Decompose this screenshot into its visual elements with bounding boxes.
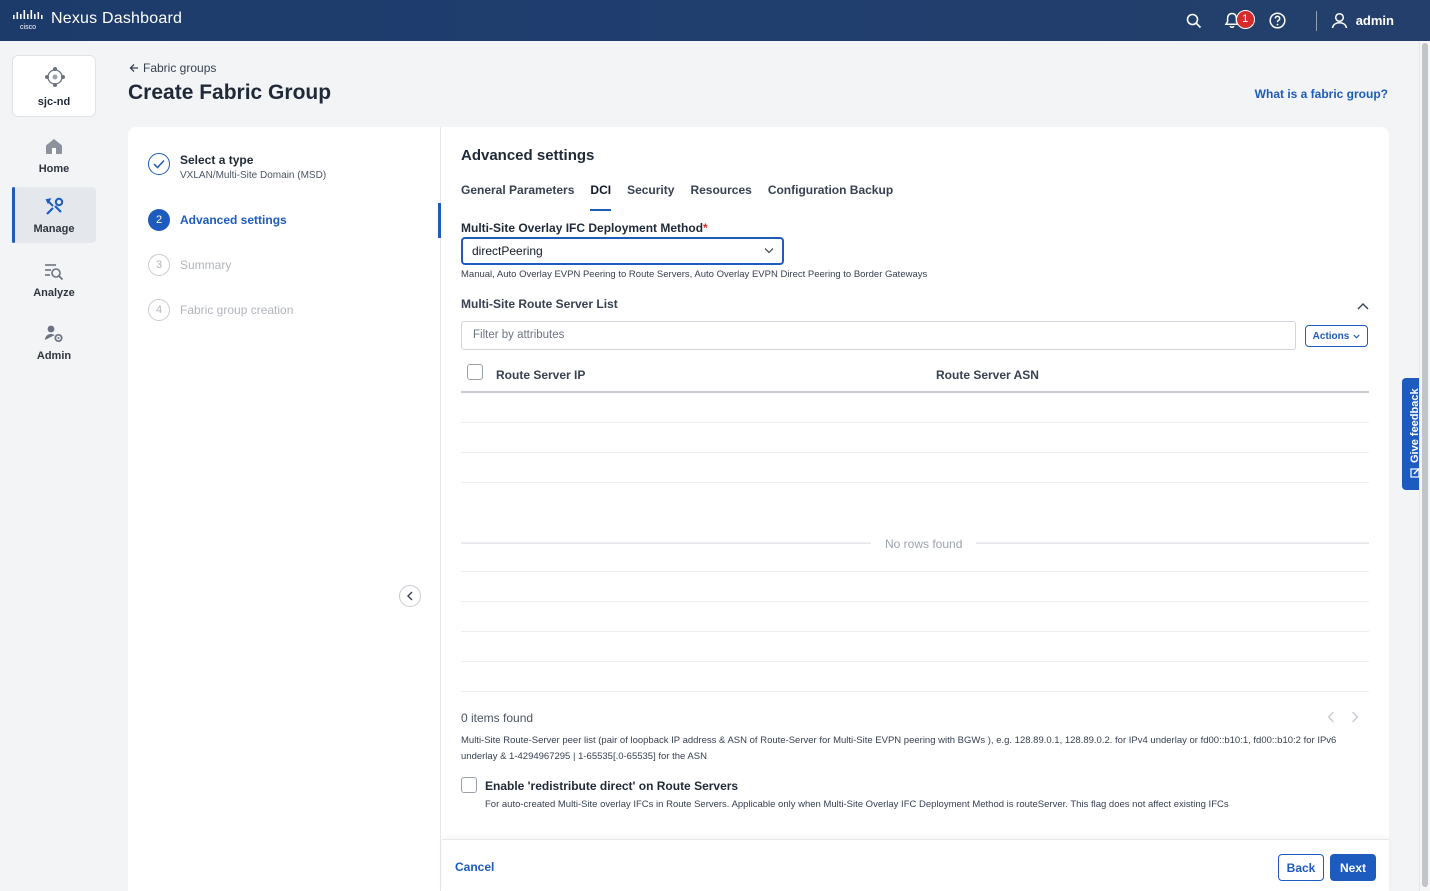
redistribute-direct-help: For auto-created Multi-Site overlay IFCs… <box>485 799 1229 810</box>
step-subtitle: VXLAN/Multi-Site Domain (MSD) <box>180 170 327 181</box>
fabric-group-help-link[interactable]: What is a fabric group? <box>1255 87 1388 101</box>
app-title: Nexus Dashboard <box>51 10 183 27</box>
sidebar-item-admin[interactable]: Admin <box>12 314 96 370</box>
table-row <box>461 631 1369 632</box>
section-title: Advanced settings <box>461 147 595 164</box>
top-bar: cisco Nexus Dashboard 1 admin <box>0 0 1430 41</box>
chevron-left-icon <box>407 591 413 601</box>
next-button[interactable]: Next <box>1330 854 1376 881</box>
breadcrumb[interactable]: Fabric groups <box>129 61 216 75</box>
tab-security[interactable]: Security <box>627 183 674 203</box>
user-name: admin <box>1355 13 1394 28</box>
settings-tabs: General Parameters DCI Security Resource… <box>461 183 909 211</box>
tab-dci[interactable]: DCI <box>590 183 611 211</box>
wizard-steps: Select a type VXLAN/Multi-Site Domain (M… <box>128 127 441 891</box>
step-advanced-settings[interactable]: 2 Advanced settings <box>148 209 287 231</box>
notifications-button[interactable]: 1 <box>1222 9 1255 31</box>
filter-input[interactable]: Filter by attributes <box>461 321 1296 350</box>
arrow-left-icon <box>129 64 138 72</box>
items-count: 0 items found <box>461 711 534 725</box>
page-title: Create Fabric Group <box>128 81 332 104</box>
sidebar-item-label: Manage <box>33 223 75 235</box>
step-summary: 3 Summary <box>148 254 231 276</box>
route-server-list-help: Multi-Site Route-Server peer list (pair … <box>461 735 1337 762</box>
site-icon <box>45 67 65 87</box>
column-route-server-asn[interactable]: Route Server ASN <box>936 368 1039 382</box>
site-name: sjc-nd <box>37 96 71 108</box>
advanced-settings-panel: Advanced settings General Parameters DCI… <box>461 127 1369 839</box>
chevron-down-icon <box>764 248 774 254</box>
select-all-checkbox[interactable] <box>467 364 483 380</box>
notification-badge: 1 <box>1235 9 1255 29</box>
step-number: 2 <box>148 209 170 231</box>
active-step-indicator <box>438 203 441 238</box>
step-title: Select a type <box>180 153 254 167</box>
divider <box>1315 10 1317 31</box>
cisco-logo: cisco <box>13 10 43 31</box>
table-row <box>461 601 1369 602</box>
table-header: Route Server IP Route Server ASN <box>461 363 1369 393</box>
redistribute-direct-checkbox[interactable] <box>461 777 477 793</box>
help-icon[interactable] <box>1268 11 1288 31</box>
sidebar-item-home[interactable]: Home <box>12 127 96 183</box>
wizard-footer: Cancel Back Next <box>442 839 1389 891</box>
chevron-up-icon[interactable] <box>1357 297 1369 315</box>
search-icon[interactable] <box>1184 11 1204 31</box>
scrollbar-thumb[interactable] <box>1422 43 1428 887</box>
redistribute-direct-label[interactable]: Enable 'redistribute direct' on Route Se… <box>485 779 738 793</box>
actions-button[interactable]: Actions <box>1305 325 1368 347</box>
step-title: Advanced settings <box>180 213 287 227</box>
deploy-method-label: Multi-Site Overlay IFC Deployment Method… <box>461 221 708 235</box>
sidebar-item-label: Admin <box>36 350 72 362</box>
home-icon <box>46 139 62 154</box>
route-server-list-title: Multi-Site Route Server List <box>461 297 618 311</box>
deploy-method-help: Manual, Auto Overlay EVPN Peering to Rou… <box>461 269 928 280</box>
required-mark: * <box>703 221 708 235</box>
site-selector[interactable]: sjc-nd <box>12 55 96 117</box>
user-menu[interactable]: admin <box>1331 12 1394 29</box>
step-select-type[interactable]: Select a type VXLAN/Multi-Site Domain (M… <box>148 153 326 181</box>
wizard-card: Select a type VXLAN/Multi-Site Domain (M… <box>128 127 1389 891</box>
deploy-method-select[interactable]: directPeering <box>461 237 784 265</box>
table-row <box>461 422 1369 423</box>
collapse-steps-button[interactable] <box>399 585 421 607</box>
svg-text:cisco: cisco <box>20 24 36 31</box>
tab-resources[interactable]: Resources <box>690 183 751 203</box>
check-icon <box>148 153 170 175</box>
table-row <box>461 571 1369 572</box>
chevron-right-icon[interactable] <box>1351 711 1359 723</box>
admin-icon <box>45 325 63 343</box>
breadcrumb-link[interactable]: Fabric groups <box>143 61 216 75</box>
chevron-down-icon <box>1353 334 1360 339</box>
step-number: 4 <box>148 299 170 321</box>
tab-general-parameters[interactable]: General Parameters <box>461 183 574 203</box>
step-title: Summary <box>180 258 232 272</box>
table-row <box>461 482 1369 483</box>
user-icon <box>1331 12 1347 29</box>
step-number: 3 <box>148 254 170 276</box>
sidebar-item-label: Analyze <box>33 287 75 299</box>
pagination <box>1311 711 1359 723</box>
table-row <box>461 691 1369 692</box>
page-scrollbar[interactable] <box>1419 41 1430 891</box>
left-nav: sjc-nd Home Manage Analyze Admin <box>0 41 108 891</box>
tab-configuration-backup[interactable]: Configuration Backup <box>768 183 893 203</box>
back-button[interactable]: Back <box>1278 854 1324 881</box>
chevron-left-icon[interactable] <box>1327 711 1335 723</box>
table-row <box>461 661 1369 662</box>
step-title: Fabric group creation <box>180 303 294 317</box>
analyze-icon <box>45 264 64 281</box>
step-fabric-group-creation: 4 Fabric group creation <box>148 299 293 321</box>
sidebar-item-label: Home <box>38 163 70 175</box>
sidebar-item-manage[interactable]: Manage <box>12 187 96 243</box>
column-route-server-ip[interactable]: Route Server IP <box>496 368 585 382</box>
empty-state-text: No rows found <box>871 537 977 551</box>
table-row <box>461 452 1369 453</box>
sidebar-item-analyze[interactable]: Analyze <box>12 251 96 307</box>
cancel-button[interactable]: Cancel <box>455 860 494 874</box>
tools-icon <box>45 197 64 215</box>
deploy-method-value: directPeering <box>472 244 543 258</box>
